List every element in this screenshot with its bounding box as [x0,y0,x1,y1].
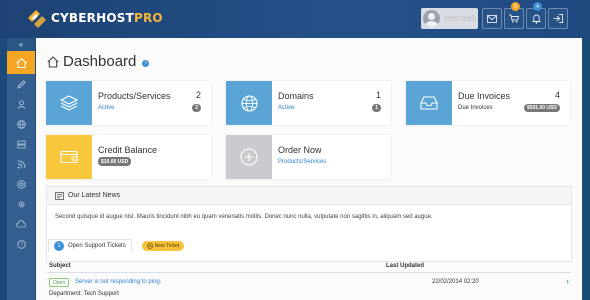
sidebar-item-edit[interactable] [7,74,35,94]
tile-badge: 1 [372,104,381,112]
globe-icon [240,94,258,112]
sidebar-item-upload[interactable] [7,214,35,234]
tile-credit-balance[interactable]: Credit Balance $10.00 USD [46,135,211,179]
home-icon [15,57,27,68]
tile-title: Credit Balance [98,145,158,155]
messages-button[interactable] [482,8,502,29]
logo-suffix: PRO [133,11,163,25]
user-name: Jason Smith [444,15,478,22]
rss-icon [17,160,25,168]
tile-icon-box [46,81,92,125]
tile-due-invoices[interactable]: Due Invoices Due Invoices 4 $591.00 USD [406,81,570,125]
ticket-subject-link[interactable]: Server is not responding to ping. [75,279,161,285]
user-icon [16,99,26,109]
logo[interactable]: CYBERHOSTPRO [26,8,163,28]
sidebar-item-news[interactable] [7,154,35,174]
tab-open-support-tickets[interactable]: 1 Open Support Tickets [48,239,132,253]
sidebar-item-settings[interactable] [7,194,35,214]
support-icon [16,179,26,189]
sidebar-item-domains[interactable] [7,114,35,134]
main-content: Dashboard i Products/Services Active 2 2 [36,38,582,300]
svg-text:?: ? [19,242,22,248]
server-icon [16,140,26,148]
notifications-button[interactable]: 4 [526,2,546,29]
envelope-icon [487,14,497,23]
logo-icon [28,10,46,28]
new-ticket-button[interactable]: New Ticket [141,241,185,251]
inbox-icon [420,96,438,110]
tile-subtitle: Due Invoices [458,105,493,111]
logout-icon [553,14,563,23]
table-row[interactable]: Open Server is not responding to ping. 2… [47,274,571,300]
tile-link-active[interactable]: Active [278,105,294,111]
news-title: Our Latest News [68,192,121,199]
gear-icon [17,200,25,208]
user-menu[interactable]: Jason Smith [421,8,478,29]
layers-icon [60,95,78,111]
tile-count: 4 [554,90,560,100]
tile-title: Order Now [278,145,322,155]
top-navbar: CYBERHOSTPRO Jason Smith 0 4 [0,0,590,38]
cart-button[interactable]: 0 [504,2,524,29]
question-icon: ? [16,239,26,249]
sidebar-item-help[interactable]: ? [7,234,35,254]
plus-circle-icon [240,148,258,166]
bell-icon [531,14,541,24]
sidebar-item-support[interactable] [7,174,35,194]
notification-count-badge: 4 [533,2,542,11]
sidebar-item-home[interactable] [7,51,35,74]
tile-domains[interactable]: Domains Active 1 1 [226,81,391,125]
logo-text: CYBERHOSTPRO [51,11,163,25]
tile-count: 2 [195,90,201,100]
tile-icon-box [226,81,272,125]
cloud-upload-icon [16,220,26,228]
newspaper-icon [55,191,64,200]
tile-title: Products/Services [98,91,171,101]
sidebar-item-services[interactable] [7,134,35,154]
cart-count-badge: 0 [511,2,520,11]
ticket-count-badge: 1 [54,241,64,251]
tile-icon-box [46,135,92,179]
logout-button[interactable] [548,8,568,29]
news-text: Second quisque id augue nisl. Mauris tin… [55,214,433,220]
tile-link-active[interactable]: Active [98,105,114,111]
wallet-icon [60,150,78,164]
tile-icon-box [226,135,272,179]
logo-name: CYBERHOST [51,11,134,25]
sidebar-item-account[interactable] [7,94,35,114]
page-header: Dashboard i [47,53,150,70]
news-header: Our Latest News [47,187,571,205]
cart-icon [509,14,519,23]
ticket-last-updated: 22/02/2014 02:20 [432,279,479,285]
tile-title: Due Invoices [458,91,511,101]
tickets-table-header: Subject Last Updated [47,262,571,273]
tile-amount-badge: $591.00 USD [523,104,560,112]
info-icon[interactable]: i [142,59,150,67]
avatar [423,10,440,27]
globe-icon [16,119,26,129]
tickets-tabs: 1 Open Support Tickets New Ticket [48,239,185,253]
tile-products-services[interactable]: Products/Services Active 2 2 [46,81,211,125]
pencil-icon [16,79,26,89]
tile-title: Domains [278,91,314,101]
tile-icon-box [406,81,452,125]
home-icon [47,55,59,68]
new-ticket-label: New Ticket [154,243,180,249]
chevron-right-icon[interactable]: › [566,276,569,286]
tab-label: Open Support Tickets [68,243,126,249]
tile-count: 1 [375,90,381,100]
tile-link-products[interactable]: Products/Services [278,159,326,165]
plus-circle-icon [146,243,153,249]
column-last-updated[interactable]: Last Updated [386,263,424,269]
tile-order-now[interactable]: Order Now Products/Services [226,135,391,179]
status-badge: Open [49,278,70,287]
sidebar-collapse-button[interactable]: « [7,38,35,51]
page-title: Dashboard [63,53,137,70]
column-subject[interactable]: Subject [49,263,71,269]
ticket-department: Department: Tech Support [49,291,119,297]
sidebar: « ? [7,38,35,300]
tile-amount-badge: $10.00 USD [98,157,132,166]
tile-badge: 2 [192,104,201,112]
